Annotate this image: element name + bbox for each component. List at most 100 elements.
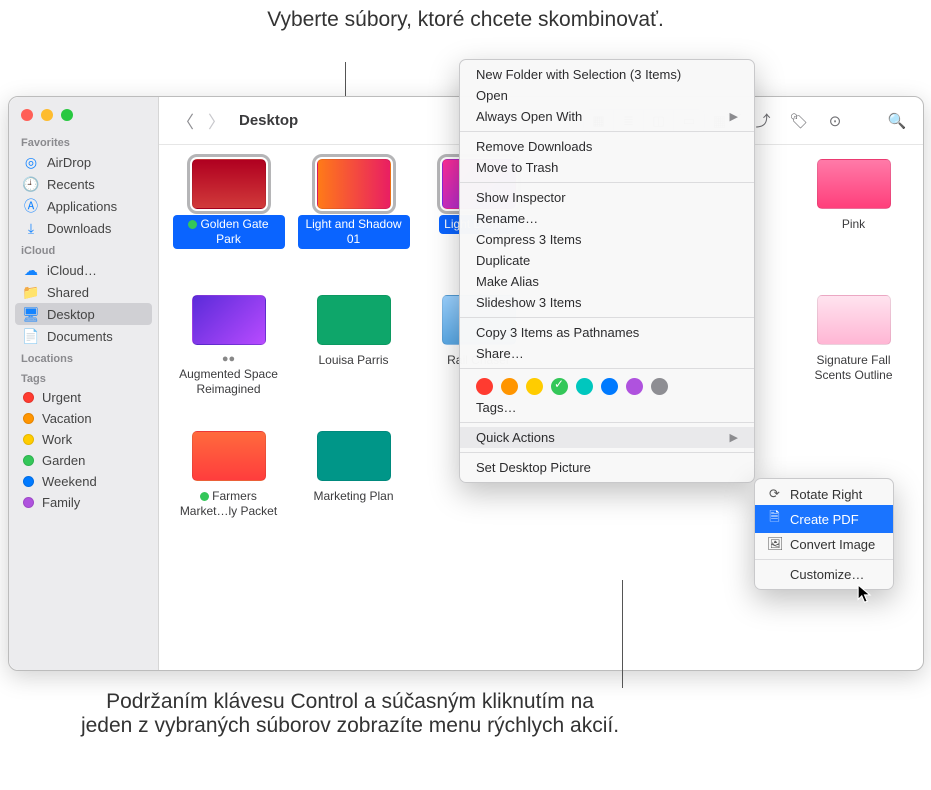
desktop-icon: 🖥 — [23, 306, 39, 322]
sidebar: Favorites ◎AirDrop 🕘Recents ⒶApplication… — [9, 97, 159, 670]
sidebar-item-label: Recents — [47, 177, 95, 192]
submenu-item[interactable]: ⟳Rotate Right — [755, 483, 893, 505]
sidebar-item-label: Desktop — [47, 307, 95, 322]
context-menu-item[interactable]: Compress 3 Items — [460, 229, 754, 250]
file-item[interactable]: Pink — [794, 159, 913, 287]
forward-button[interactable]: 〉 — [208, 108, 225, 133]
sidebar-item-icloud-drive[interactable]: ☁iCloud… — [9, 259, 158, 281]
submenu-label: Customize… — [767, 567, 864, 582]
context-menu-label: Share… — [476, 346, 524, 361]
context-menu-item[interactable]: Show Inspector — [460, 187, 754, 208]
tag-color-swatch[interactable] — [626, 378, 643, 395]
context-menu-item[interactable]: Remove Downloads — [460, 136, 754, 157]
sidebar-item-applications[interactable]: ⒶApplications — [9, 195, 158, 217]
tag-color-swatch[interactable] — [476, 378, 493, 395]
context-menu-label: Rename… — [476, 211, 538, 226]
sidebar-header-tags: Tags — [9, 367, 158, 387]
context-menu-item[interactable]: Share… — [460, 343, 754, 364]
sidebar-tag-weekend[interactable]: Weekend — [9, 471, 158, 492]
callout-line — [622, 580, 623, 688]
context-menu-item[interactable]: Tags… — [460, 397, 754, 418]
context-menu-item[interactable]: Rename… — [460, 208, 754, 229]
tag-color-swatch[interactable] — [526, 378, 543, 395]
action-icon: 🖼 — [767, 536, 782, 552]
submenu-label: Rotate Right — [790, 487, 862, 502]
quick-actions-submenu: ⟳Rotate Right 🗎 Create PDF 🖼Convert Image Cu… — [754, 478, 894, 590]
file-item[interactable]: Golden Gate Park — [169, 159, 288, 287]
submenu-item-customize[interactable]: Customize… — [755, 564, 893, 585]
more-button[interactable]: ⊙ — [821, 109, 849, 133]
sidebar-tag-work[interactable]: Work — [9, 429, 158, 450]
context-menu-item[interactable]: Make Alias — [460, 271, 754, 292]
sidebar-header-icloud: iCloud — [9, 239, 158, 259]
sidebar-item-desktop[interactable]: 🖥 Desktop — [15, 303, 152, 325]
sidebar-header-locations: Locations — [9, 347, 158, 367]
sidebar-item-shared[interactable]: 📁Shared — [9, 281, 158, 303]
sidebar-tag-garden[interactable]: Garden — [9, 450, 158, 471]
document-icon: 📄 — [23, 328, 39, 344]
file-label: Augmented Space Reimagined — [173, 365, 285, 399]
tag-color-row — [460, 373, 754, 397]
close-button[interactable] — [21, 109, 33, 121]
file-item[interactable]: Signature Fall Scents Outline — [794, 295, 913, 423]
file-label: Signature Fall Scents Outline — [798, 351, 910, 385]
context-menu-item[interactable]: Slideshow 3 Items — [460, 292, 754, 313]
context-menu-label: Copy 3 Items as Pathnames — [476, 325, 639, 340]
context-menu-label: Move to Trash — [476, 160, 558, 175]
context-menu-item[interactable]: Move to Trash — [460, 157, 754, 178]
submenu-item[interactable]: 🗎 Create PDF — [755, 505, 893, 533]
action-icon: 🗎 — [767, 508, 782, 530]
tag-color-swatch[interactable] — [501, 378, 518, 395]
file-sublabel: ●● — [222, 353, 235, 365]
tags-button[interactable]: 🏷 — [785, 109, 813, 133]
sidebar-item-recents[interactable]: 🕘 Recents — [9, 173, 158, 195]
tag-dot-icon — [23, 455, 34, 466]
sidebar-item-label: Applications — [47, 199, 117, 214]
sidebar-item-documents[interactable]: 📄Documents — [9, 325, 158, 347]
file-item[interactable]: Marketing Plan — [294, 431, 413, 559]
tag-color-swatch[interactable] — [576, 378, 593, 395]
tag-dot-icon — [23, 476, 34, 487]
sidebar-tag-urgent[interactable]: Urgent — [9, 387, 158, 408]
chevron-right-icon: ▶ — [730, 110, 738, 123]
file-label: Pink — [837, 215, 870, 234]
chevron-right-icon: ▶ — [730, 431, 738, 444]
sidebar-tag-family[interactable]: Family — [9, 492, 158, 513]
clock-icon: 🕘 — [23, 176, 39, 192]
tag-dot-icon — [23, 434, 34, 445]
zoom-button[interactable] — [61, 109, 73, 121]
context-menu-label: Duplicate — [476, 253, 530, 268]
context-menu-label: Set Desktop Picture — [476, 460, 591, 475]
sidebar-item-label: Vacation — [42, 411, 92, 426]
context-menu-item[interactable]: Copy 3 Items as Pathnames — [460, 322, 754, 343]
submenu-label: Create PDF — [790, 512, 859, 527]
file-item[interactable]: Farmers Market…ly Packet — [169, 431, 288, 559]
context-menu-item[interactable]: Duplicate — [460, 250, 754, 271]
file-label: Golden Gate Park — [173, 215, 285, 249]
minimize-button[interactable] — [41, 109, 53, 121]
file-thumbnail — [817, 159, 891, 209]
context-menu-item[interactable]: New Folder with Selection (3 Items) — [460, 64, 754, 85]
sidebar-tag-vacation[interactable]: Vacation — [9, 408, 158, 429]
tag-dot-icon — [200, 492, 209, 501]
submenu-item[interactable]: 🖼Convert Image — [755, 533, 893, 555]
search-button[interactable]: 🔍 — [883, 109, 911, 133]
context-menu-item[interactable]: Always Open With ▶ — [460, 106, 754, 127]
file-thumbnail — [317, 295, 391, 345]
file-item[interactable]: ●●Augmented Space Reimagined — [169, 295, 288, 423]
context-menu-item[interactable]: Quick Actions▶ — [460, 427, 754, 448]
context-menu-label: Always Open With — [476, 109, 582, 124]
file-item[interactable]: Louisa Parris — [294, 295, 413, 423]
tag-color-swatch[interactable] — [601, 378, 618, 395]
context-menu-item[interactable]: Open — [460, 85, 754, 106]
back-button[interactable]: 〈 — [177, 108, 194, 133]
file-item[interactable]: Light and Shadow 01 — [294, 159, 413, 287]
sidebar-item-label: Shared — [47, 285, 89, 300]
tag-color-swatch[interactable] — [651, 378, 668, 395]
context-menu-label: Slideshow 3 Items — [476, 295, 582, 310]
sidebar-item-airdrop[interactable]: ◎AirDrop — [9, 151, 158, 173]
file-thumbnail — [817, 295, 891, 345]
tag-color-swatch[interactable] — [551, 378, 568, 395]
sidebar-item-downloads[interactable]: ⤓Downloads — [9, 217, 158, 239]
context-menu-item[interactable]: Set Desktop Picture — [460, 457, 754, 478]
